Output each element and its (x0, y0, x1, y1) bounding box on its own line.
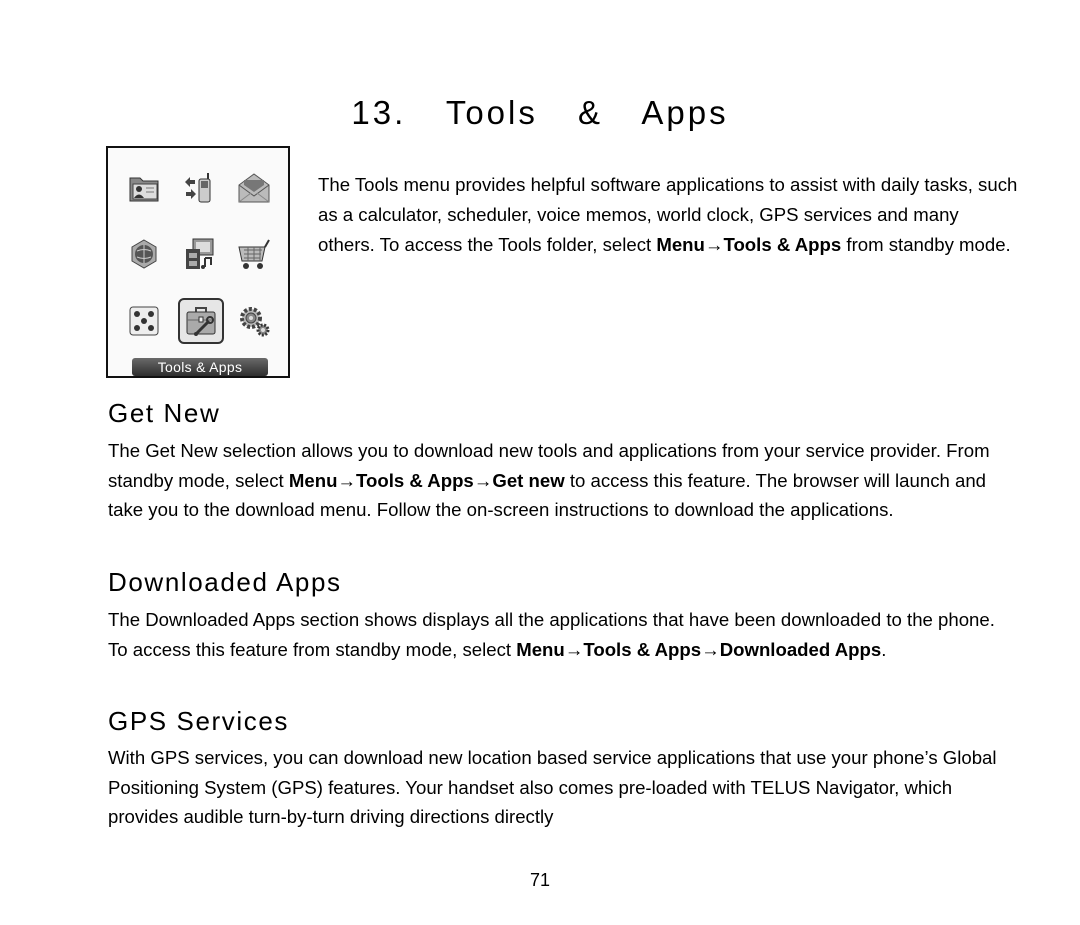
games-dice-icon (126, 303, 162, 339)
media-icon (181, 236, 217, 272)
chapter-number: 13. (351, 94, 407, 131)
paragraph-get-new: The Get New selection allows you to down… (108, 436, 1008, 525)
intro-tail: from standby mode. (841, 234, 1011, 255)
tools-toolbox-icon (183, 303, 219, 339)
page-number: 71 (529, 870, 551, 890)
settings-gears-icon (236, 303, 272, 339)
web-globe-icon (126, 236, 162, 272)
intro-menu-path: Menu→Tools & Apps (656, 234, 842, 255)
phone-menu-screenshot: Tools & Apps (106, 146, 290, 378)
messaging-icon (236, 170, 272, 206)
selected-menu-label: Tools & Apps (132, 358, 268, 376)
phone-transfer-icon (181, 170, 217, 206)
text: With GPS services, you can download new … (108, 747, 997, 828)
paragraph-downloaded-apps: The Downloaded Apps section shows displa… (108, 605, 1008, 664)
heading-downloaded-apps: Downloaded Apps (108, 567, 342, 597)
heading-get-new: Get New (108, 398, 221, 428)
text: . (881, 638, 887, 660)
chapter-title: 13. Tools & Apps (0, 94, 1080, 132)
shopping-cart-icon (236, 236, 272, 272)
contacts-icon (126, 170, 162, 206)
intro-paragraph: The Tools menu provides helpful software… (318, 170, 1018, 260)
chapter-name: Tools & Apps (445, 94, 729, 131)
menu-path: Menu→Tools & Apps→Downloaded Apps (516, 638, 882, 660)
paragraph-gps-services: With GPS services, you can download new … (108, 743, 1008, 832)
heading-gps-services: GPS Services (108, 706, 290, 736)
menu-path: Menu→Tools & Apps→Get new (288, 469, 565, 491)
